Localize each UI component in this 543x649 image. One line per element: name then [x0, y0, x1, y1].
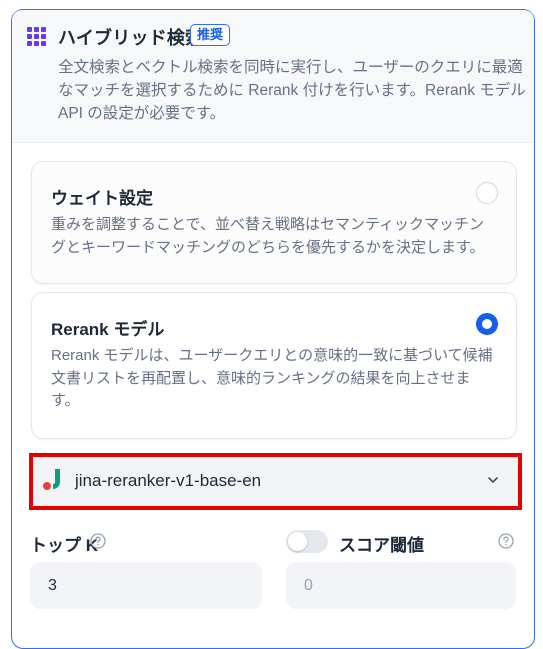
weight-setting-radio[interactable] [476, 182, 498, 204]
rerank-model-title: Rerank モデル [51, 320, 165, 339]
weight-setting-description: 重みを調整することで、並べ替え戦略はセマンティックマッチングとキーワードマッチン… [51, 216, 485, 256]
score-threshold-input[interactable]: 0 [286, 562, 516, 609]
score-threshold-help-icon[interactable] [498, 533, 514, 549]
score-threshold-label: スコア閾値 [339, 536, 424, 555]
hybrid-search-header: ハイブリッド検索 推奨 全文検索とベクトル検索を同時に実行し、ユーザーのクエリに… [12, 10, 534, 143]
weight-setting-title: ウェイト設定 [51, 189, 153, 208]
rerank-model-option[interactable]: Rerank モデル Rerank モデルは、ユーザークエリとの意味的一致に基づ… [31, 292, 517, 439]
toggle-knob [288, 532, 307, 551]
top-k-input[interactable]: 3 [30, 562, 262, 609]
hybrid-search-description: 全文検索とベクトル検索を同時に実行し、ユーザーのクエリに最適なマッチを選択するた… [58, 59, 526, 122]
weight-setting-option[interactable]: ウェイト設定 重みを調整することで、並べ替え戦略はセマンティックマッチングとキー… [31, 161, 517, 284]
rerank-model-select[interactable]: jina-reranker-v1-base-en [29, 453, 522, 510]
jina-logo-icon [43, 469, 60, 490]
rerank-model-value: jina-reranker-v1-base-en [75, 471, 262, 490]
recommended-badge: 推奨 [190, 24, 231, 46]
hybrid-search-title: ハイブリッド検索 [58, 28, 204, 48]
grid-icon [27, 27, 47, 47]
rerank-model-radio[interactable] [476, 313, 498, 335]
chevron-down-icon [488, 477, 498, 483]
score-threshold-toggle[interactable] [286, 530, 328, 553]
top-k-label: トップ K [30, 536, 98, 555]
rerank-model-description: Rerank モデルは、ユーザークエリとの意味的一致に基づいて候補文書リストを再… [51, 347, 493, 409]
top-k-help-icon[interactable] [90, 533, 106, 549]
